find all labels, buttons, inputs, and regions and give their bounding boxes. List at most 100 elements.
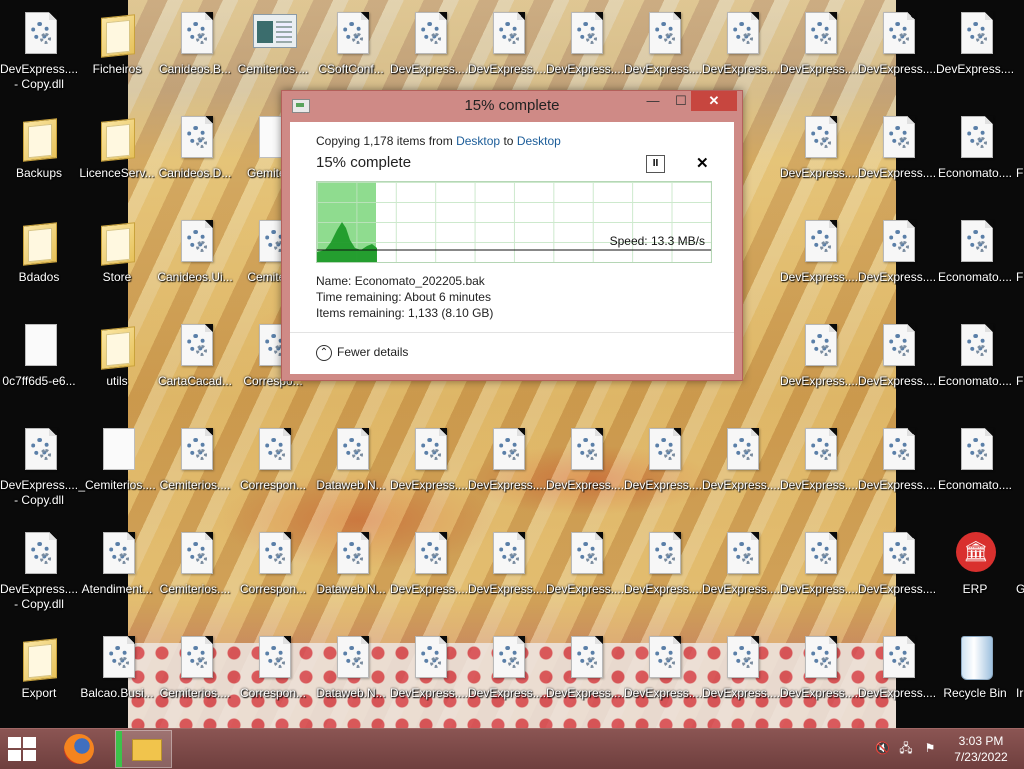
desktop-icon-partial[interactable]: G [1016, 524, 1024, 624]
cancel-copy-button[interactable]: ✕ [696, 154, 709, 172]
start-button[interactable] [8, 737, 38, 761]
desktop-icon[interactable]: Bdados [0, 212, 78, 312]
desktop-icon[interactable]: DevExpress.... [936, 4, 1014, 104]
desktop-icon[interactable]: DevExpress.... [624, 420, 702, 520]
desktop-icon[interactable]: DevExpress.... [858, 316, 936, 416]
desktop-icon[interactable]: Ficheiros [78, 4, 156, 104]
desktop-icon[interactable]: DevExpress.... [468, 524, 546, 624]
desktop-icon[interactable]: Canideos.B... [156, 4, 234, 104]
desktop-icon[interactable]: Balcao.Busi... [78, 628, 156, 728]
desktop-icon[interactable]: DevExpress.... [702, 4, 780, 104]
desktop-icon[interactable]: DevExpress.... [390, 628, 468, 728]
time-value: About 6 minutes [404, 290, 491, 304]
desktop-icon[interactable]: DevExpress.... [780, 4, 858, 104]
desktop-icon[interactable]: _Cemiterios.... [78, 420, 156, 520]
desktop-icon[interactable]: CSoftConf... [312, 4, 390, 104]
desktop-icon[interactable]: 0c7ff6d5-e6... [0, 316, 78, 416]
source-link[interactable]: Desktop [456, 134, 500, 148]
desktop-icon[interactable]: DevExpress.... [390, 524, 468, 624]
desktop-icon[interactable]: DevExpress.... [546, 628, 624, 728]
desktop-icon[interactable]: Correspon... [234, 628, 312, 728]
desktop-icon[interactable]: Canideos.Ui... [156, 212, 234, 312]
desktop-icon[interactable]: Economato.... [936, 108, 1014, 208]
dll-file-icon [409, 532, 449, 578]
windows-logo-pane [23, 737, 36, 748]
volume-muted-icon[interactable]: 🔇 [875, 741, 890, 755]
minimize-button[interactable]: — [639, 91, 667, 111]
desktop-icon[interactable]: CartaCacad... [156, 316, 234, 416]
desktop-icon-label: Dataweb.N... [316, 686, 386, 700]
desktop-icon[interactable]: DevExpress.... [468, 628, 546, 728]
desktop-icon[interactable]: Store [78, 212, 156, 312]
desktop-icon[interactable]: Canideos.D... [156, 108, 234, 208]
collapse-chevron-icon[interactable]: ⌃ [316, 345, 332, 361]
desktop-icon[interactable]: DevExpress.... [702, 420, 780, 520]
windows-logo-pane [8, 750, 21, 761]
desktop-icon[interactable]: Atendiment... [78, 524, 156, 624]
desktop-icon[interactable]: Cemiterios.... [156, 420, 234, 520]
desktop-icon[interactable]: DevExpress.... [702, 524, 780, 624]
desktop-icon[interactable]: DevExpress.... [546, 4, 624, 104]
desktop-icon[interactable]: DevExpress.... [780, 316, 858, 416]
desktop-icon[interactable]: Economato.... [936, 212, 1014, 312]
destination-link[interactable]: Desktop [517, 134, 561, 148]
desktop-icon[interactable]: Dataweb.N... [312, 628, 390, 728]
desktop-icon[interactable]: 🏛 ERP [936, 524, 1014, 624]
desktop-icon[interactable]: DevExpress.... [858, 628, 936, 728]
desktop-icon[interactable]: DevExpress.... [780, 628, 858, 728]
desktop-icon[interactable]: Cemiterios.... [156, 524, 234, 624]
desktop-icon[interactable]: DevExpress.... [624, 628, 702, 728]
desktop-icon[interactable]: Dataweb.N... [312, 524, 390, 624]
desktop-icon[interactable]: Correspon... [234, 524, 312, 624]
desktop-icon[interactable]: DevExpress.... - Copy.dll [0, 4, 78, 104]
pause-button[interactable]: II [646, 155, 665, 173]
desktop-icon[interactable]: DevExpress.... [624, 524, 702, 624]
close-button[interactable]: ✕ [691, 91, 737, 111]
desktop-icon[interactable]: Export [0, 628, 78, 728]
desktop-icon[interactable]: DevExpress.... [858, 108, 936, 208]
desktop-icon[interactable]: DevExpress.... [390, 4, 468, 104]
desktop-icon[interactable]: DevExpress.... [468, 4, 546, 104]
desktop-icon-label-line2: - Copy.dll [14, 597, 64, 611]
network-icon[interactable]: 🖧 [899, 741, 913, 755]
desktop-icon-partial[interactable]: F [1016, 316, 1024, 416]
desktop-icon[interactable]: DevExpress.... [390, 420, 468, 520]
desktop-icon[interactable]: LicenceServ... [78, 108, 156, 208]
dll-file-icon [487, 636, 527, 682]
desktop-icon-partial[interactable]: F [1016, 108, 1024, 208]
desktop-icon[interactable]: DevExpress.... [780, 212, 858, 312]
action-center-icon[interactable]: ⚑ [923, 741, 937, 755]
firefox-taskbar-icon[interactable] [64, 734, 94, 764]
fewer-details-button[interactable]: ⌃ Fewer details [316, 345, 408, 361]
desktop-icon[interactable]: Economato.... [936, 420, 1014, 520]
desktop-icon[interactable]: DevExpress.... [858, 212, 936, 312]
time-label: Time remaining: [316, 290, 402, 304]
speed-curve [317, 222, 377, 262]
file-explorer-taskbar-button[interactable] [115, 730, 172, 768]
desktop-icon[interactable]: Correspon... [234, 420, 312, 520]
desktop-icon[interactable]: DevExpress.... [780, 420, 858, 520]
desktop-icon[interactable]: DevExpress.... [624, 4, 702, 104]
desktop-icon[interactable]: DevExpress.... [858, 4, 936, 104]
desktop-icon[interactable]: DevExpress.... [546, 524, 624, 624]
desktop-icon[interactable]: Cemiterios.... [234, 4, 312, 104]
desktop-icon[interactable]: Recycle Bin [936, 628, 1014, 728]
system-clock[interactable]: 3:03 PM 7/23/2022 [948, 733, 1014, 765]
desktop-icon[interactable]: DevExpress.... [780, 108, 858, 208]
desktop-icon[interactable]: Backups [0, 108, 78, 208]
desktop-icon[interactable]: Economato.... [936, 316, 1014, 416]
desktop-icon-partial[interactable]: F [1016, 212, 1024, 312]
desktop-icon[interactable]: DevExpress.... - Copy.dll [0, 524, 78, 624]
desktop-icon[interactable]: utils [78, 316, 156, 416]
desktop-icon[interactable]: Dataweb.N... [312, 420, 390, 520]
desktop-icon-partial[interactable]: Ir [1016, 628, 1024, 728]
desktop-icon[interactable]: DevExpress.... [858, 420, 936, 520]
desktop-icon[interactable]: DevExpress.... [546, 420, 624, 520]
desktop-icon[interactable]: Cemiterios.... [156, 628, 234, 728]
desktop-icon[interactable]: DevExpress.... - Copy.dll [0, 420, 78, 520]
desktop-icon[interactable]: DevExpress.... [780, 524, 858, 624]
fewer-details-label: Fewer details [337, 345, 409, 360]
desktop-icon[interactable]: DevExpress.... [702, 628, 780, 728]
desktop-icon[interactable]: DevExpress.... [468, 420, 546, 520]
desktop-icon[interactable]: DevExpress.... [858, 524, 936, 624]
